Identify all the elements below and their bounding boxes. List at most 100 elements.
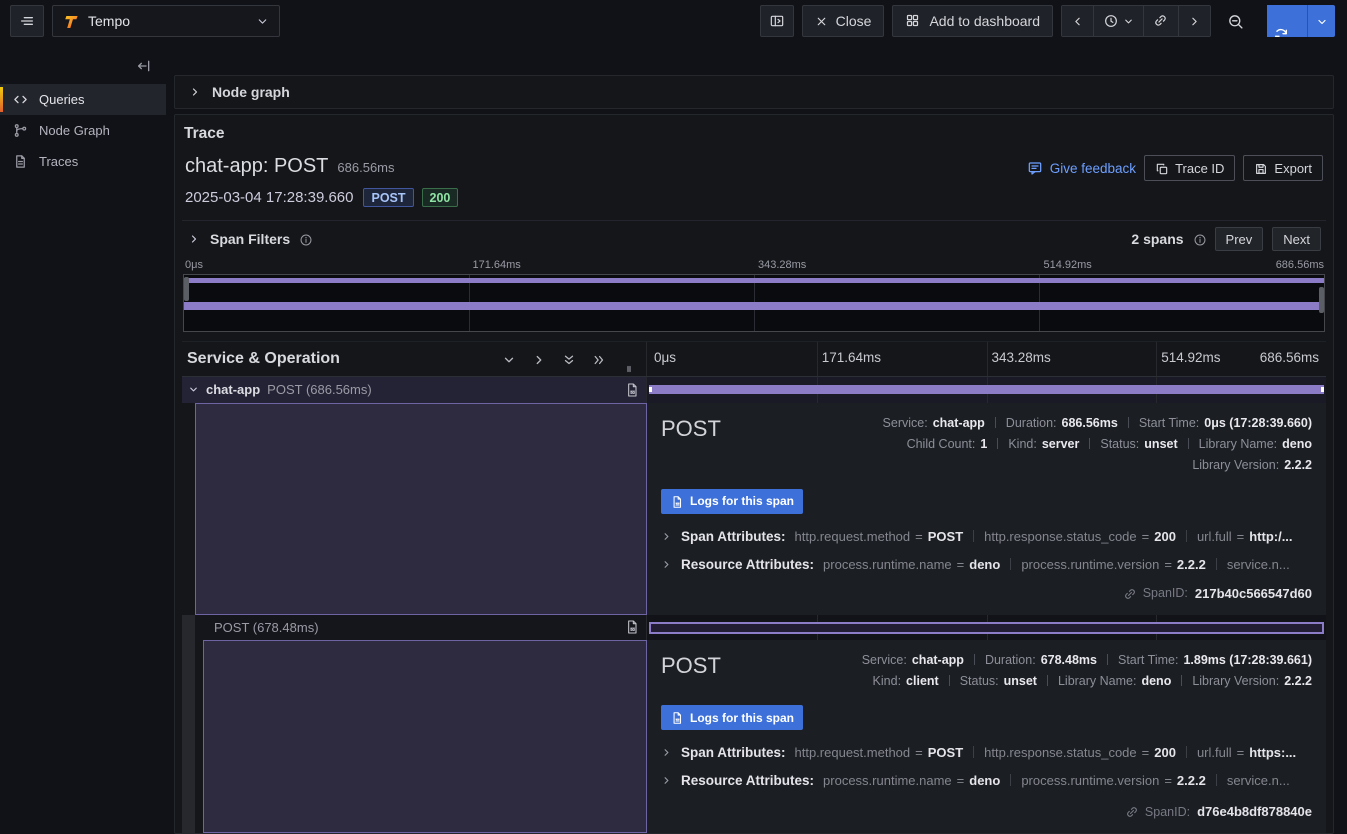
chain-icon[interactable] [1125, 805, 1138, 818]
column-resize-handle[interactable] [623, 363, 636, 376]
content-outline-sidebar: Queries Node Graph Traces [0, 48, 166, 834]
chain-icon[interactable] [1123, 587, 1136, 600]
logs-for-span-button[interactable]: LOG Logs for this span [661, 489, 803, 514]
span-bar-selected[interactable] [649, 622, 1324, 634]
span-bar[interactable] [649, 385, 1324, 394]
run-query-button[interactable] [1267, 5, 1307, 37]
time-back-button[interactable] [1062, 6, 1094, 36]
span-id-label: SpanID: [1143, 586, 1188, 600]
span-detail-accent-block [203, 640, 647, 833]
span-bar-cap [649, 387, 652, 392]
resource-attributes-toggle[interactable]: Resource Attributes: process.runtime.nam… [661, 773, 1312, 788]
expand-one-icon[interactable] [532, 353, 545, 366]
sidebar-item-label: Queries [39, 92, 85, 107]
chevron-right-icon [661, 531, 672, 542]
span-filters-toggle[interactable]: Span Filters [188, 231, 312, 247]
close-button[interactable]: Close [802, 5, 885, 37]
sidebar-item-label: Node Graph [39, 123, 110, 138]
add-to-dashboard-button[interactable]: Add to dashboard [892, 5, 1053, 37]
give-feedback-label: Give feedback [1050, 161, 1136, 176]
chevron-right-icon [661, 559, 672, 570]
chevron-down-icon[interactable] [188, 384, 199, 395]
span-bar-lane[interactable] [647, 377, 1326, 402]
span-attributes-toggle[interactable]: Span Attributes: http.request.method=POS… [661, 529, 1312, 544]
log-document-icon[interactable]: LOG [624, 382, 640, 398]
explore-toolbar: Tempo Close Add to dashboard [0, 0, 1347, 42]
indent-guide [182, 640, 195, 833]
expand-all-icon[interactable] [592, 353, 605, 366]
indent-guide [182, 615, 195, 640]
tick-label: 0μs [185, 259, 203, 271]
menu-button[interactable] [10, 5, 44, 37]
trace-header: chat-app: POST 686.56ms Give feedback [182, 155, 1326, 207]
sidebar-item-node-graph[interactable]: Node Graph [0, 115, 166, 146]
collapse-outline-button[interactable] [0, 54, 166, 84]
run-query-interval-button[interactable] [1307, 5, 1335, 37]
service-operation-header: Service & Operation [187, 350, 486, 368]
trace-id-button[interactable]: Trace ID [1144, 155, 1235, 181]
minimap-tick-labels: 0μs 171.64ms 343.28ms 514.92ms 686.56ms [183, 259, 1325, 274]
span-attributes-preview: http.request.method=POSThttp.response.st… [795, 745, 1297, 760]
collapse-one-icon[interactable] [502, 353, 515, 366]
code-icon [13, 92, 29, 108]
span-bar-lane[interactable] [647, 615, 1326, 640]
zoom-out-icon [1227, 13, 1243, 29]
info-icon [299, 233, 312, 246]
copy-link-button[interactable] [1144, 6, 1179, 36]
sidebar-item-queries[interactable]: Queries [0, 84, 166, 115]
sidebar-item-traces[interactable]: Traces [0, 146, 166, 177]
node-graph-title: Node graph [212, 84, 290, 100]
time-picker-button[interactable] [1094, 6, 1144, 36]
chevron-right-icon [661, 775, 672, 786]
span-id-row: SpanID: 217b40c566547d60 [661, 572, 1312, 609]
log-document-icon[interactable]: LOG [624, 619, 640, 635]
span-attributes-toggle[interactable]: Span Attributes: http.request.method=POS… [661, 745, 1312, 760]
time-forward-button[interactable] [1179, 6, 1210, 36]
chevron-down-icon [256, 15, 269, 28]
export-label: Export [1274, 161, 1312, 176]
chevron-right-icon [661, 747, 672, 758]
close-label: Close [836, 13, 872, 29]
chevron-down-icon [1316, 16, 1327, 27]
resource-attributes-toggle[interactable]: Resource Attributes: process.runtime.nam… [661, 557, 1312, 572]
ruler-tick-label: 0μs [654, 350, 676, 365]
datasource-picker[interactable]: Tempo [52, 5, 280, 37]
resource-attributes-preview: process.runtime.name=denoprocess.runtime… [823, 557, 1290, 572]
logs-for-span-button[interactable]: LOG Logs for this span [661, 705, 803, 730]
chevron-right-icon [189, 86, 202, 99]
zoom-out-button[interactable] [1219, 5, 1251, 37]
svg-text:LOG: LOG [675, 720, 680, 722]
span-row-post-child[interactable]: POST (678.48ms) LOG [182, 615, 1326, 640]
tick-label: 343.28ms [754, 259, 806, 271]
trace-title: chat-app: POST [185, 155, 328, 178]
collapse-all-icon[interactable] [562, 353, 575, 366]
next-span-button[interactable]: Next [1272, 227, 1321, 251]
toolbar-left: Tempo [10, 5, 280, 37]
tempo-logo-icon [63, 13, 79, 29]
export-button[interactable]: Export [1243, 155, 1323, 181]
span-detail-panel: POST Service:chat-appDuration:678.48msSt… [647, 640, 1326, 833]
trace-panel-title: Trace [182, 123, 1326, 155]
prev-span-button[interactable]: Prev [1215, 227, 1264, 251]
give-feedback-link[interactable]: Give feedback [1027, 160, 1136, 176]
span-detail-row: POST Service:chat-appDuration:686.56msSt… [182, 403, 1326, 615]
minimap-drag-handle-right[interactable] [1319, 287, 1324, 313]
minimap-canvas[interactable] [183, 274, 1325, 332]
split-pane-button[interactable] [760, 5, 794, 37]
span-filters-title: Span Filters [210, 231, 290, 247]
save-icon [1254, 162, 1267, 175]
ruler-tick-label: 514.92ms [1156, 350, 1220, 365]
datasource-name: Tempo [88, 13, 247, 29]
span-detail-title: POST [661, 650, 721, 692]
trace-timeline-viewer: Service & Operation [182, 341, 1326, 833]
tick-label: 171.64ms [469, 259, 521, 271]
meta-line: Service:chat-appDuration:686.56msStart T… [883, 413, 1312, 434]
log-document-icon: LOG [670, 495, 683, 508]
minimap-drag-handle-left[interactable] [184, 277, 189, 301]
span-id-value: d76e4b8df878840e [1197, 804, 1312, 819]
span-row-chat-app-post[interactable]: chat-app POST (686.56ms) LOG [182, 377, 1326, 402]
minimap-span-bar [184, 278, 1324, 283]
node-graph-section-toggle[interactable]: Node graph [174, 75, 1334, 109]
resource-attributes-preview: process.runtime.name=denoprocess.runtime… [823, 773, 1290, 788]
method-badge: POST [363, 188, 413, 207]
